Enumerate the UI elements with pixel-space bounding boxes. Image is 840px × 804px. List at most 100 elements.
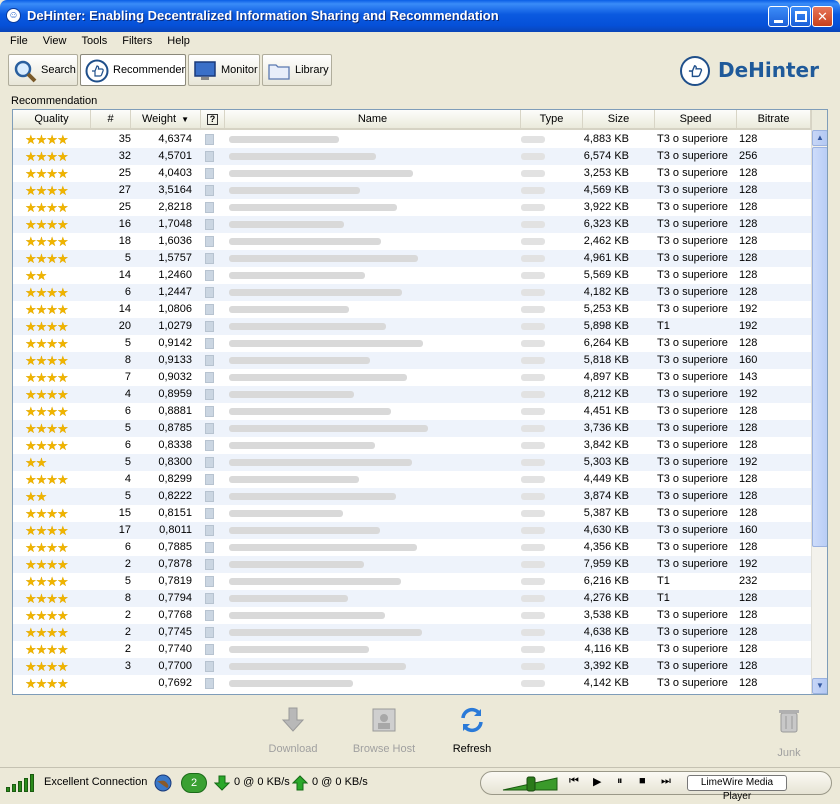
tab-monitor[interactable]: Monitor bbox=[188, 54, 260, 86]
table-row[interactable]: ★★★★ 15 0,8151 5,387 KB T3 o superiore 128 bbox=[13, 505, 811, 522]
table-row[interactable]: ★★★★ 25 4,0403 3,253 KB T3 o superiore 128 bbox=[13, 165, 811, 182]
volume-slider[interactable] bbox=[501, 776, 561, 792]
notification-count-badge[interactable]: 2 bbox=[181, 773, 207, 793]
table-row[interactable]: ★★★★ 17 0,8011 4,630 KB T3 o superiore 160 bbox=[13, 522, 811, 539]
col-count[interactable]: # bbox=[91, 110, 131, 128]
menu-view[interactable]: View bbox=[37, 33, 73, 49]
sort-desc-icon: ▼ bbox=[181, 115, 190, 124]
cell-weight: 0,8959 bbox=[158, 388, 192, 400]
cell-speed: T3 o superiore bbox=[657, 456, 728, 468]
table-row[interactable]: ★★★★ 2 0,7878 7,959 KB T3 o superiore 192 bbox=[13, 556, 811, 573]
col-type[interactable]: Type bbox=[521, 110, 583, 128]
quality-stars-icon: ★★★★ bbox=[25, 591, 69, 606]
cell-weight: 0,7768 bbox=[158, 609, 192, 621]
file-icon bbox=[205, 641, 217, 658]
table-row[interactable]: ★★★★ 5 0,8785 3,736 KB T3 o superiore 128 bbox=[13, 420, 811, 437]
col-weight[interactable]: Weight ▼ bbox=[131, 110, 201, 128]
table-row[interactable]: ★★★★ 6 1,2447 4,182 KB T3 o superiore 128 bbox=[13, 284, 811, 301]
menu-filters[interactable]: Filters bbox=[116, 33, 158, 49]
cell-speed: T3 o superiore bbox=[657, 235, 728, 247]
table-row[interactable]: ★★★★ 14 1,0806 5,253 KB T3 o superiore 192 bbox=[13, 301, 811, 318]
menu-help[interactable]: Help bbox=[161, 33, 196, 49]
cell-weight: 1,0806 bbox=[158, 303, 192, 315]
stop-icon[interactable]: ■ bbox=[639, 775, 646, 787]
table-row[interactable]: ★★★★ 35 4,6374 4,883 KB T3 o superiore 128 bbox=[13, 131, 811, 148]
table-row[interactable]: ★★★★ 2 0,7740 4,116 KB T3 o superiore 128 bbox=[13, 641, 811, 658]
cell-weight: 0,7745 bbox=[158, 626, 192, 638]
column-chooser[interactable] bbox=[811, 110, 827, 130]
quality-stars-icon: ★★★★ bbox=[25, 574, 69, 589]
quality-stars-icon: ★★★★ bbox=[25, 642, 69, 657]
maximize-button[interactable] bbox=[790, 6, 811, 27]
cell-speed: T3 o superiore bbox=[657, 354, 728, 366]
tab-library[interactable]: Library bbox=[262, 54, 332, 86]
cell-speed: T3 o superiore bbox=[657, 660, 728, 672]
col-quality[interactable]: Quality bbox=[13, 110, 91, 128]
globe-icon[interactable] bbox=[153, 773, 173, 793]
cell-size: 4,142 KB bbox=[583, 677, 629, 689]
vertical-scrollbar[interactable]: ▲ ▼ bbox=[811, 130, 827, 694]
table-row[interactable]: ★★★★ 6 0,7885 4,356 KB T3 o superiore 128 bbox=[13, 539, 811, 556]
minimize-button[interactable] bbox=[768, 6, 789, 27]
table-row[interactable]: ★★★★ 5 0,7819 6,216 KB T1 232 bbox=[13, 573, 811, 590]
table-row[interactable]: ★★★★ 4 0,8299 4,449 KB T3 o superiore 128 bbox=[13, 471, 811, 488]
table-row[interactable]: ★★ 5 0,8300 5,303 KB T3 o superiore 192 bbox=[13, 454, 811, 471]
scroll-thumb[interactable] bbox=[812, 147, 827, 547]
table-row[interactable]: ★★★★ 5 0,9142 6,264 KB T3 o superiore 128 bbox=[13, 335, 811, 352]
col-name[interactable]: Name bbox=[225, 110, 521, 128]
cell-weight: 0,7819 bbox=[158, 575, 192, 587]
col-unknown[interactable]: ? bbox=[201, 110, 225, 128]
table-row[interactable]: ★★★★ 8 0,9133 5,818 KB T3 o superiore 160 bbox=[13, 352, 811, 369]
cell-size: 4,897 KB bbox=[583, 371, 629, 383]
table-row[interactable]: ★★★★ 27 3,5164 4,569 KB T3 o superiore 128 bbox=[13, 182, 811, 199]
cell-weight: 0,8785 bbox=[158, 422, 192, 434]
action-bar: Download Browse Host Refresh Junk bbox=[0, 700, 840, 762]
col-speed[interactable]: Speed bbox=[655, 110, 737, 128]
col-bitrate[interactable]: Bitrate bbox=[737, 110, 811, 128]
cell-size: 6,574 KB bbox=[583, 150, 629, 162]
refresh-button[interactable]: Refresh bbox=[427, 706, 517, 755]
quality-stars-icon: ★★★★ bbox=[25, 234, 69, 249]
quality-stars-icon: ★★★★ bbox=[25, 353, 69, 368]
table-row[interactable]: ★★★★ 0,7692 4,142 KB T3 o superiore 128 bbox=[13, 675, 811, 692]
refresh-icon bbox=[461, 707, 483, 733]
pause-icon[interactable]: ⏸ bbox=[617, 775, 623, 788]
table-row[interactable]: ★★★★ 6 0,8338 3,842 KB T3 o superiore 128 bbox=[13, 437, 811, 454]
col-size[interactable]: Size bbox=[583, 110, 655, 128]
menu-tools[interactable]: Tools bbox=[76, 33, 114, 49]
quality-stars-icon: ★★★★ bbox=[25, 217, 69, 232]
magnifier-icon bbox=[14, 60, 37, 83]
menu-file[interactable]: File bbox=[4, 33, 34, 49]
cell-bitrate: 128 bbox=[739, 643, 758, 655]
play-icon[interactable]: ▶ bbox=[593, 775, 601, 788]
scroll-up-button[interactable]: ▲ bbox=[812, 130, 827, 146]
table-row[interactable]: ★★★★ 18 1,6036 2,462 KB T3 o superiore 128 bbox=[13, 233, 811, 250]
table-row[interactable]: ★★★★ 32 4,5701 6,574 KB T3 o superiore 256 bbox=[13, 148, 811, 165]
thumbs-up-icon bbox=[85, 59, 109, 83]
previous-icon[interactable]: ⏮ bbox=[569, 775, 579, 788]
table-row[interactable]: ★★★★ 4 0,8959 8,212 KB T3 o superiore 192 bbox=[13, 386, 811, 403]
next-icon[interactable]: ⏭ bbox=[661, 775, 671, 788]
browse-host-button[interactable]: Browse Host bbox=[339, 706, 429, 755]
table-row[interactable]: ★★ 5 0,8222 3,874 KB T3 o superiore 128 bbox=[13, 488, 811, 505]
table-row[interactable]: ★★★★ 3 0,7700 3,392 KB T3 o superiore 128 bbox=[13, 658, 811, 675]
download-button[interactable]: Download bbox=[248, 706, 338, 755]
table-row[interactable]: ★★★★ 20 1,0279 5,898 KB T1 192 bbox=[13, 318, 811, 335]
scroll-down-button[interactable]: ▼ bbox=[812, 678, 827, 694]
table-row[interactable]: ★★★★ 6 0,8881 4,451 KB T3 o superiore 128 bbox=[13, 403, 811, 420]
table-row[interactable]: ★★ 14 1,2460 5,569 KB T3 o superiore 128 bbox=[13, 267, 811, 284]
junk-button[interactable]: Junk bbox=[744, 706, 834, 759]
table-row[interactable]: ★★★★ 16 1,7048 6,323 KB T3 o superiore 128 bbox=[13, 216, 811, 233]
table-row[interactable]: ★★★★ 7 0,9032 4,897 KB T3 o superiore 143 bbox=[13, 369, 811, 386]
media-player-label[interactable]: LimeWire Media Player bbox=[687, 775, 787, 802]
table-row[interactable]: ★★★★ 5 1,5757 4,961 KB T3 o superiore 128 bbox=[13, 250, 811, 267]
table-row[interactable]: ★★★★ 2 0,7745 4,638 KB T3 o superiore 128 bbox=[13, 624, 811, 641]
cell-count: 5 bbox=[124, 575, 131, 587]
cell-weight: 1,7048 bbox=[158, 218, 192, 230]
tab-recommender[interactable]: Recommender bbox=[80, 54, 186, 86]
table-row[interactable]: ★★★★ 2 0,7768 3,538 KB T3 o superiore 128 bbox=[13, 607, 811, 624]
tab-search[interactable]: Search bbox=[8, 54, 78, 86]
table-row[interactable]: ★★★★ 8 0,7794 4,276 KB T1 128 bbox=[13, 590, 811, 607]
close-button[interactable]: ✕ bbox=[812, 6, 833, 27]
table-row[interactable]: ★★★★ 25 2,8218 3,922 KB T3 o superiore 128 bbox=[13, 199, 811, 216]
